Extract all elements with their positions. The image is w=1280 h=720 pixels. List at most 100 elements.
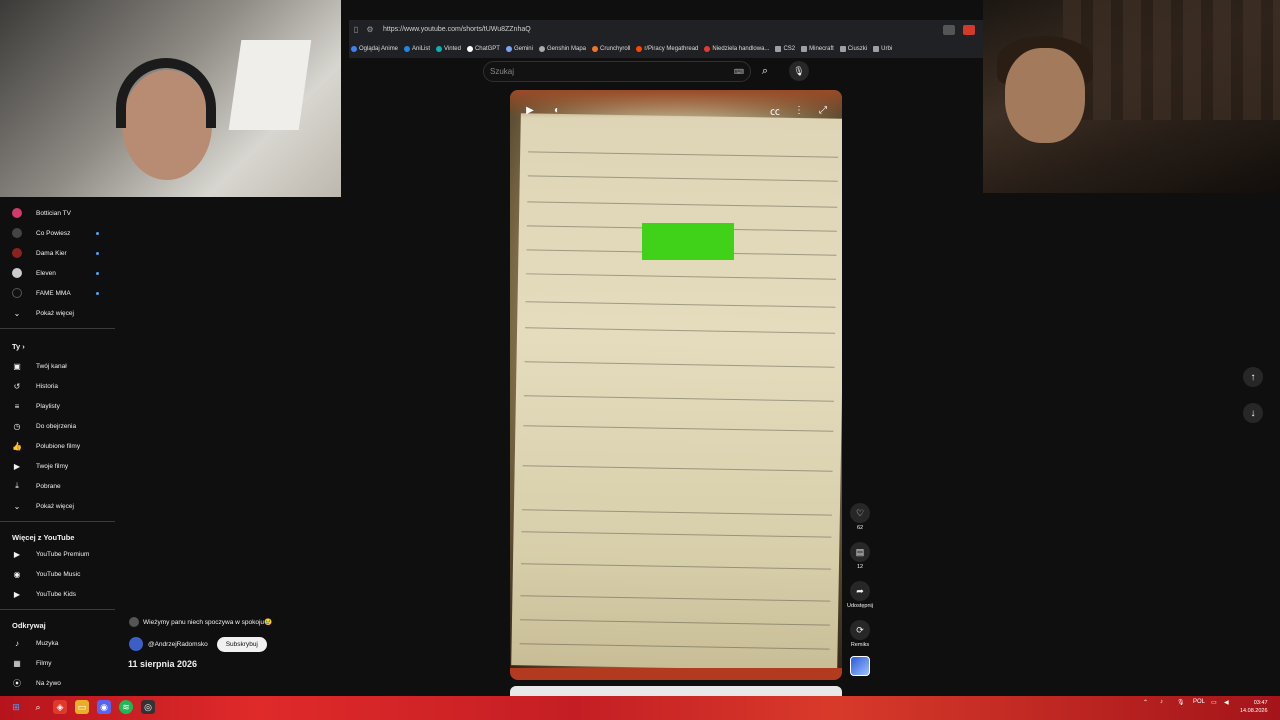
share-button[interactable]: ➦ Udostępnij — [847, 581, 873, 609]
site-info-icon[interactable]: ⚙ — [363, 25, 377, 34]
bookmark-folder[interactable]: Ciuszki — [839, 46, 867, 52]
sidebar-item-youtube-music[interactable]: ◉ YouTube Music — [0, 566, 115, 582]
file-explorer-icon[interactable]: ▭ — [75, 700, 89, 714]
bookmark-item[interactable]: Gemini — [505, 46, 533, 52]
channel-avatar — [12, 288, 22, 298]
sidebar-item-youtube-kids[interactable]: ▶ YouTube Kids — [0, 586, 115, 602]
youtube-kids-icon: ▶ — [13, 589, 21, 599]
watch-later-icon: ◷ — [13, 421, 21, 431]
mic-icon[interactable]: 🎙 — [1177, 699, 1185, 706]
show-more-subscriptions-button[interactable]: ⌄ Pokaż więcej — [0, 305, 115, 321]
sidebar-item-films[interactable]: ▦ Filmy — [0, 655, 115, 671]
divider — [0, 328, 115, 329]
url-text[interactable]: https://www.youtube.com/shorts/tUWu8ZZnh… — [383, 26, 943, 33]
live-icon: ⦿ — [13, 678, 21, 688]
previous-short-arrow-up-icon[interactable]: ↑ — [1243, 367, 1263, 387]
bookmark-item[interactable]: Oglądaj Anime — [351, 46, 398, 52]
discord-icon[interactable]: ◉ — [97, 700, 111, 714]
channel-avatar — [12, 268, 22, 278]
network-icon[interactable]: ▭ — [1211, 699, 1217, 706]
address-bar[interactable]: ▯ ⚙ https://www.youtube.com/shorts/tUWu8… — [349, 20, 983, 39]
clock-date: 14.08.2026 — [1240, 708, 1268, 714]
obs-icon[interactable]: ◎ — [141, 700, 155, 714]
bookmark-folder[interactable]: CS2 — [775, 46, 795, 52]
sidebar-item-liked-videos[interactable]: 👍 Polubione filmy — [0, 438, 115, 454]
next-short-arrow-down-icon[interactable]: ↓ — [1243, 403, 1263, 423]
sidebar-item-fame-mma[interactable]: FAME MMA — [0, 285, 115, 301]
remix-label: Remiks — [850, 642, 870, 648]
windows-start-icon[interactable]: ⊞ — [9, 700, 23, 714]
webcam-person-right — [1005, 48, 1085, 143]
short-video-player[interactable] — [510, 90, 842, 680]
search-icon[interactable]: ⌕ — [31, 700, 45, 714]
taskbar: ⊞ ⌕ ◈ ▭ ◉ ≋ ◎ ⌃ ♪ 🎙 POL ▭ ◀ 03:47 14.08.… — [0, 696, 1280, 720]
channel-name[interactable]: @AndrzejRadomsko — [148, 641, 208, 648]
speaker-icon[interactable]: ◀ — [1224, 699, 1229, 706]
sidebar-item-eleven[interactable]: Eleven — [0, 265, 115, 281]
sound-avatar[interactable] — [850, 656, 870, 676]
live-dot — [96, 251, 99, 255]
brave-browser-icon[interactable]: ◈ — [53, 700, 67, 714]
sidebar-item-bottician-tv[interactable]: Bottician TV — [0, 205, 115, 221]
search-input[interactable]: Szukaj ⌨ — [483, 61, 751, 82]
search-placeholder: Szukaj — [490, 67, 515, 76]
spotify-icon[interactable]: ≋ — [119, 700, 133, 714]
volume-icon[interactable]: ◐ — [549, 102, 565, 118]
shield-icon[interactable] — [963, 24, 975, 35]
playlists-icon: ≡ — [14, 401, 20, 411]
search-icon[interactable]: ⌕ — [755, 61, 775, 81]
bookmark-item[interactable]: Genshin Mapa — [538, 46, 586, 52]
subscribe-button[interactable]: Subskrybuj — [216, 636, 267, 652]
your-videos-icon: ▶ — [13, 461, 21, 471]
bookmark-item[interactable]: Vinted — [436, 46, 461, 52]
sidebar-item-music[interactable]: ♪ Muzyka — [0, 635, 115, 651]
webcam-shelf — [1063, 0, 1280, 120]
more-options-icon[interactable]: ⋮ — [791, 102, 807, 118]
bookmark-item[interactable]: r/Piracy Megathread — [636, 46, 698, 52]
channel-avatar[interactable] — [129, 637, 143, 651]
sidebar-item-your-videos[interactable]: ▶ Twoje filmy — [0, 458, 115, 474]
extension-icon[interactable] — [943, 24, 955, 35]
next-short-preview[interactable] — [510, 686, 842, 696]
heart-icon: ♡ — [850, 503, 870, 523]
comments-button[interactable]: ▤ 12 — [849, 542, 871, 570]
short-date: 11 sierpnia 2026 — [128, 659, 198, 669]
bookmark-folder[interactable]: Urbi — [873, 46, 892, 52]
sidebar-item-watch-later[interactable]: ◷ Do obejrzenia — [0, 418, 115, 434]
sidebar-item-your-channel[interactable]: ▣ Twój kanał — [0, 358, 115, 374]
bookmark-icon[interactable]: ▯ — [349, 25, 363, 34]
bookmark-item[interactable]: Niedziela handlowa... — [704, 46, 769, 52]
language-indicator[interactable]: POL — [1193, 699, 1205, 705]
volume-icon[interactable]: ♪ — [1160, 699, 1163, 705]
sidebar-item-youtube-premium[interactable]: ▶ YouTube Premium — [0, 546, 115, 562]
bookmark-item[interactable]: Crunchyroll — [592, 46, 630, 52]
play-icon[interactable]: ▶ — [522, 102, 538, 118]
sidebar-item-live[interactable]: ⦿ Na żywo — [0, 675, 115, 691]
webcam-right — [983, 0, 1280, 193]
pinned-comment[interactable]: Wieżymy panu niech spoczywa w spokoju😢 — [129, 616, 272, 627]
tray-chevron-up-icon[interactable]: ⌃ — [1143, 699, 1148, 706]
bookmark-folder[interactable]: Minecraft — [801, 46, 834, 52]
keyboard-icon[interactable]: ⌨ — [734, 68, 744, 76]
youtube-music-icon: ◉ — [13, 569, 21, 579]
microphone-icon[interactable]: 🎙 — [789, 61, 809, 81]
film-icon: ▦ — [13, 658, 21, 668]
sidebar-item-downloads[interactable]: ⤓ Pobrane — [0, 478, 115, 494]
sidebar-item-playlists[interactable]: ≡ Playlisty — [0, 398, 115, 414]
like-button[interactable]: ♡ 62 — [849, 503, 871, 531]
live-dot — [96, 271, 99, 275]
remix-button[interactable]: ⟳ Remiks — [849, 620, 871, 648]
fullscreen-icon[interactable]: ⤢ — [815, 102, 831, 118]
live-dot — [96, 291, 99, 295]
show-more-you-button[interactable]: ⌄ Pokaż więcej — [0, 498, 115, 514]
sidebar-item-dama-kier[interactable]: Dama Kier — [0, 245, 115, 261]
bookmark-item[interactable]: ChatGPT — [466, 46, 500, 52]
thumb-up-icon: 👍 — [12, 441, 22, 451]
you-heading[interactable]: Ty › — [12, 342, 25, 351]
bookmark-item[interactable]: AniList — [404, 46, 430, 52]
clock[interactable]: 03:47 14.08.2026 — [1240, 699, 1268, 715]
captions-icon[interactable]: ㏄ — [767, 102, 783, 118]
sidebar-item-history[interactable]: ↺ Historia — [0, 378, 115, 394]
channel-avatar — [12, 248, 22, 258]
sidebar-item-co-powiesz[interactable]: Co Powiesz — [0, 225, 115, 241]
